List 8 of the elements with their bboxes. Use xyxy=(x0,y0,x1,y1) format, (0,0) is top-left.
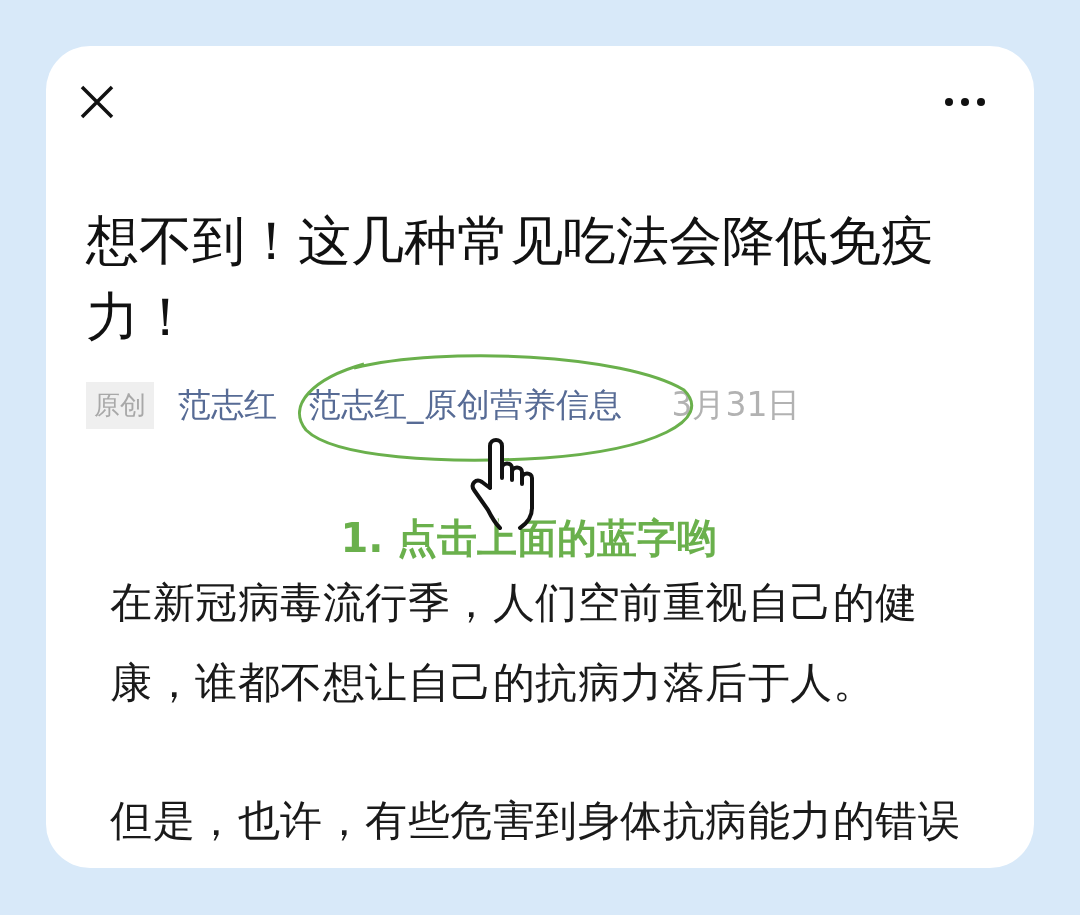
article-paragraph: 但是，也许，有些危害到身体抗病能力的错误 xyxy=(110,795,961,847)
article-paragraph: 在新冠病毒流行季，人们空前重视自己的健康，谁都不想让自己的抗病力落后于人。 xyxy=(110,577,919,709)
original-tag: 原创 xyxy=(86,381,154,429)
account-link[interactable]: 范志红_原创营养信息 xyxy=(308,382,622,428)
article-title: 想不到！这几种常见吃法会降低免疫力！ xyxy=(86,209,935,349)
close-icon[interactable] xyxy=(80,85,114,119)
author-link[interactable]: 范志红 xyxy=(178,382,277,428)
more-icon[interactable] xyxy=(944,97,986,107)
